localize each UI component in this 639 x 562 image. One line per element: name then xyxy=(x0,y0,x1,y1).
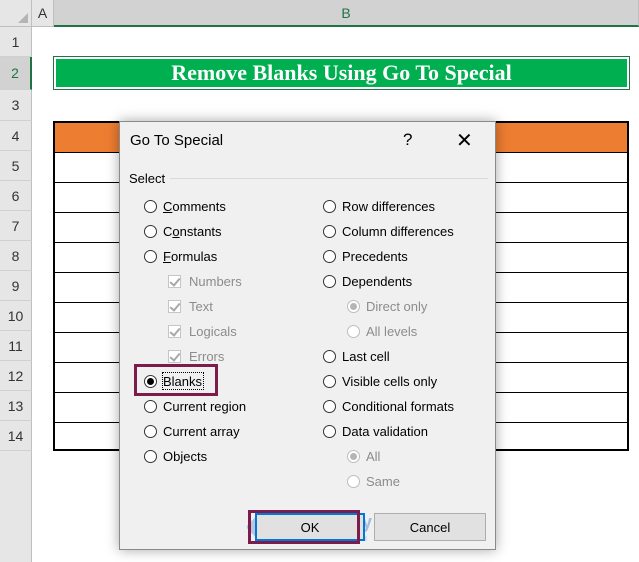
option-validation-same[interactable]: Same xyxy=(347,471,400,491)
option-label-validation-same: Same xyxy=(366,473,400,489)
radio-formulas[interactable] xyxy=(144,249,157,263)
radio-direct-only[interactable] xyxy=(347,299,360,313)
radio-last-cell[interactable] xyxy=(323,349,336,363)
row-header[interactable]: 3 xyxy=(0,90,32,121)
option-label-all-levels: All levels xyxy=(366,323,418,339)
blanks-highlight-box xyxy=(134,364,218,396)
checkbox-checked-icon[interactable] xyxy=(168,349,181,363)
radio-comments[interactable] xyxy=(144,199,157,213)
column-header-a[interactable]: A xyxy=(32,0,54,27)
close-icon[interactable]: ✕ xyxy=(456,128,473,153)
radio-row-differences[interactable] xyxy=(323,199,336,213)
option-label-row-differences: Row differences xyxy=(342,198,435,214)
row-header[interactable]: 10 xyxy=(0,301,32,331)
check-label-numbers: Numbers xyxy=(189,273,242,289)
option-label-current-array: Current array xyxy=(163,423,240,439)
option-label-column-differences: Column differences xyxy=(342,223,454,239)
row-header[interactable]: 11 xyxy=(0,331,32,361)
option-label-formulas: Formulas xyxy=(163,248,218,264)
option-validation-all[interactable]: All xyxy=(347,446,380,466)
radio-current-array[interactable] xyxy=(144,424,157,438)
option-label-dependents: Dependents xyxy=(342,273,413,289)
check-logicals[interactable]: Logicals xyxy=(168,321,237,341)
radio-visible-cells-only[interactable] xyxy=(323,374,336,388)
row-header[interactable]: 4 xyxy=(0,121,32,151)
option-label-current-region: Current region xyxy=(163,398,247,414)
option-current-array[interactable]: Current array xyxy=(144,421,240,441)
check-errors[interactable]: Errors xyxy=(168,346,224,366)
option-visible-cells-only[interactable]: Visible cells only xyxy=(323,371,437,391)
row-header[interactable]: 8 xyxy=(0,241,32,271)
title-cell[interactable]: Remove Blanks Using Go To Special xyxy=(53,56,630,90)
option-last-cell[interactable]: Last cell xyxy=(323,346,390,366)
checkbox-checked-icon[interactable] xyxy=(168,274,181,288)
row-header[interactable]: 14 xyxy=(0,421,32,451)
option-label-conditional-formats: Conditional formats xyxy=(342,398,454,414)
radio-conditional-formats[interactable] xyxy=(323,399,336,413)
checkbox-checked-icon[interactable] xyxy=(168,324,181,338)
check-numbers[interactable]: Numbers xyxy=(168,271,242,291)
row-header[interactable]: 6 xyxy=(0,181,32,211)
option-label-last-cell: Last cell xyxy=(342,348,390,364)
checkbox-checked-icon[interactable] xyxy=(168,299,181,313)
radio-all-levels[interactable] xyxy=(347,324,360,338)
option-label-visible-cells-only: Visible cells only xyxy=(342,373,438,389)
check-label-text: Text xyxy=(189,298,213,314)
radio-constants[interactable] xyxy=(144,224,157,238)
radio-current-region[interactable] xyxy=(144,399,157,413)
option-label-validation-all: All xyxy=(366,448,381,464)
ok-highlight-box xyxy=(248,510,360,544)
option-precedents[interactable]: Precedents xyxy=(323,246,408,266)
row-header[interactable]: 12 xyxy=(0,361,32,391)
option-conditional-formats[interactable]: Conditional formats xyxy=(323,396,454,416)
row-header[interactable]: 9 xyxy=(0,271,32,301)
option-direct-only[interactable]: Direct only xyxy=(347,296,427,316)
row-header[interactable]: 13 xyxy=(0,391,32,421)
row-header[interactable]: 7 xyxy=(0,211,32,241)
cancel-button[interactable]: Cancel xyxy=(374,513,486,541)
radio-dependents[interactable] xyxy=(323,274,336,288)
radio-column-differences[interactable] xyxy=(323,224,336,238)
select-group-label: Select xyxy=(129,171,166,186)
option-label-objects: Objects xyxy=(163,448,208,464)
option-constants[interactable]: Constants xyxy=(144,221,222,241)
option-current-region[interactable]: Current region xyxy=(144,396,246,416)
option-column-differences[interactable]: Column differences xyxy=(323,221,454,241)
option-formulas[interactable]: Formulas xyxy=(144,246,217,266)
check-label-errors: Errors xyxy=(189,348,225,364)
check-label-logicals: Logicals xyxy=(189,323,237,339)
option-comments[interactable]: Comments xyxy=(144,196,226,216)
option-all-levels[interactable]: All levels xyxy=(347,321,417,341)
column-header-b[interactable]: B xyxy=(54,0,639,27)
radio-validation-same[interactable] xyxy=(347,474,360,488)
option-dependents[interactable]: Dependents xyxy=(323,271,412,291)
row-header-empty xyxy=(0,451,32,562)
option-label-data-validation: Data validation xyxy=(342,423,428,439)
option-objects[interactable]: Objects xyxy=(144,446,207,466)
option-row-differences[interactable]: Row differences xyxy=(323,196,435,216)
radio-data-validation[interactable] xyxy=(323,424,336,438)
row-header[interactable]: 5 xyxy=(0,151,32,181)
row-header[interactable]: 1 xyxy=(0,27,32,57)
radio-precedents[interactable] xyxy=(323,249,336,263)
row-header[interactable]: 2 xyxy=(0,57,32,90)
check-text[interactable]: Text xyxy=(168,296,213,316)
radio-objects[interactable] xyxy=(144,449,157,463)
radio-validation-all[interactable] xyxy=(347,449,360,463)
option-label-precedents: Precedents xyxy=(342,248,408,264)
go-to-special-dialog[interactable]: Go To Special ? ✕ Select Comments Consta… xyxy=(119,121,496,550)
option-label-constants: Constants xyxy=(163,223,222,239)
option-label-comments: Comments xyxy=(163,198,226,214)
help-icon[interactable]: ? xyxy=(403,130,412,150)
select-all-corner[interactable] xyxy=(0,0,32,27)
option-data-validation[interactable]: Data validation xyxy=(323,421,428,441)
option-label-direct-only: Direct only xyxy=(366,298,428,314)
dialog-title: Go To Special xyxy=(130,132,224,149)
group-divider xyxy=(170,178,488,179)
select-all-triangle-icon xyxy=(18,13,28,23)
